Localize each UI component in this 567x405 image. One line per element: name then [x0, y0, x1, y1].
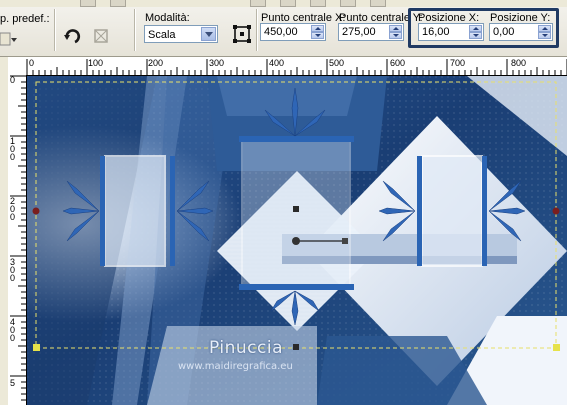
- ruler-h-label: 700: [450, 58, 466, 68]
- ruler-h-label: 800: [511, 58, 527, 68]
- ruler-v-label: 0: [10, 75, 16, 85]
- vertical-ruler[interactable]: 0 1 0 0 2 0 0 3 0 0 4 0 0 5: [8, 75, 27, 405]
- reset-rotate-icon[interactable]: [62, 25, 84, 47]
- image-workspace: 0 100 200 300 400 500 600 700 800 0 1 0 …: [0, 57, 567, 405]
- mode-select-value: Scala: [148, 29, 176, 41]
- left-gutter: [0, 57, 8, 405]
- center-y-field[interactable]: [338, 23, 404, 41]
- horizontal-ruler[interactable]: 0 100 200 300 400 500 600 700 800: [26, 57, 567, 76]
- selection-box-icon[interactable]: [231, 23, 253, 45]
- center-x-input[interactable]: [261, 24, 311, 40]
- image-canvas[interactable]: Pinuccia www.maidiregrafica.eu: [27, 76, 567, 405]
- toolbar-separator: [134, 9, 135, 51]
- mode-select[interactable]: Scala: [144, 25, 218, 43]
- ruler-h-label: 400: [269, 58, 285, 68]
- ruler-h-label: 500: [329, 58, 345, 68]
- strip-icon[interactable]: [80, 0, 96, 7]
- preset-label: p. predef.:: [0, 13, 50, 25]
- ruler-v-label: 3 0 0: [10, 257, 16, 283]
- ruler-v-label: 1 0 0: [10, 136, 16, 162]
- center-y-spinner[interactable]: [389, 25, 402, 39]
- ruler-v-label: 5: [10, 378, 16, 388]
- toolbar-separator: [256, 9, 257, 51]
- mode-label: Modalità:: [145, 12, 190, 24]
- center-y-input[interactable]: [339, 24, 389, 40]
- toolbar-separator: [54, 9, 55, 51]
- ruler-v-label: 4 0 0: [10, 317, 16, 343]
- position-highlight-box: [408, 8, 559, 48]
- ruler-h-label: 600: [390, 58, 406, 68]
- ruler-h-label: 100: [88, 58, 104, 68]
- strip-icon[interactable]: [110, 0, 126, 7]
- chevron-down-icon[interactable]: [201, 27, 216, 41]
- ruler-h-label: 200: [148, 58, 164, 68]
- strip-icon[interactable]: [310, 0, 326, 7]
- center-x-field[interactable]: [260, 23, 326, 41]
- watermark-text: Pinuccia: [209, 338, 283, 358]
- strip-icon[interactable]: [370, 0, 386, 7]
- strip-icon[interactable]: [250, 0, 266, 7]
- tool-options-toolbar: p. predef.: Modalità: Scala Punto centra…: [0, 0, 567, 57]
- top-icon-strip: [0, 0, 567, 7]
- ruler-h-label: 0: [29, 58, 35, 68]
- artwork: [27, 76, 567, 405]
- center-x-spinner[interactable]: [311, 25, 324, 39]
- ruler-v-label: 2 0 0: [10, 196, 16, 222]
- strip-icon[interactable]: [280, 0, 296, 7]
- ruler-h-label: 300: [209, 58, 225, 68]
- strip-icon[interactable]: [340, 0, 356, 7]
- watermark-url: www.maidiregrafica.eu: [178, 361, 293, 372]
- preset-dropdown-icon[interactable]: [0, 29, 18, 51]
- ruler-corner: [8, 57, 27, 76]
- deform-disabled-icon[interactable]: [90, 25, 112, 47]
